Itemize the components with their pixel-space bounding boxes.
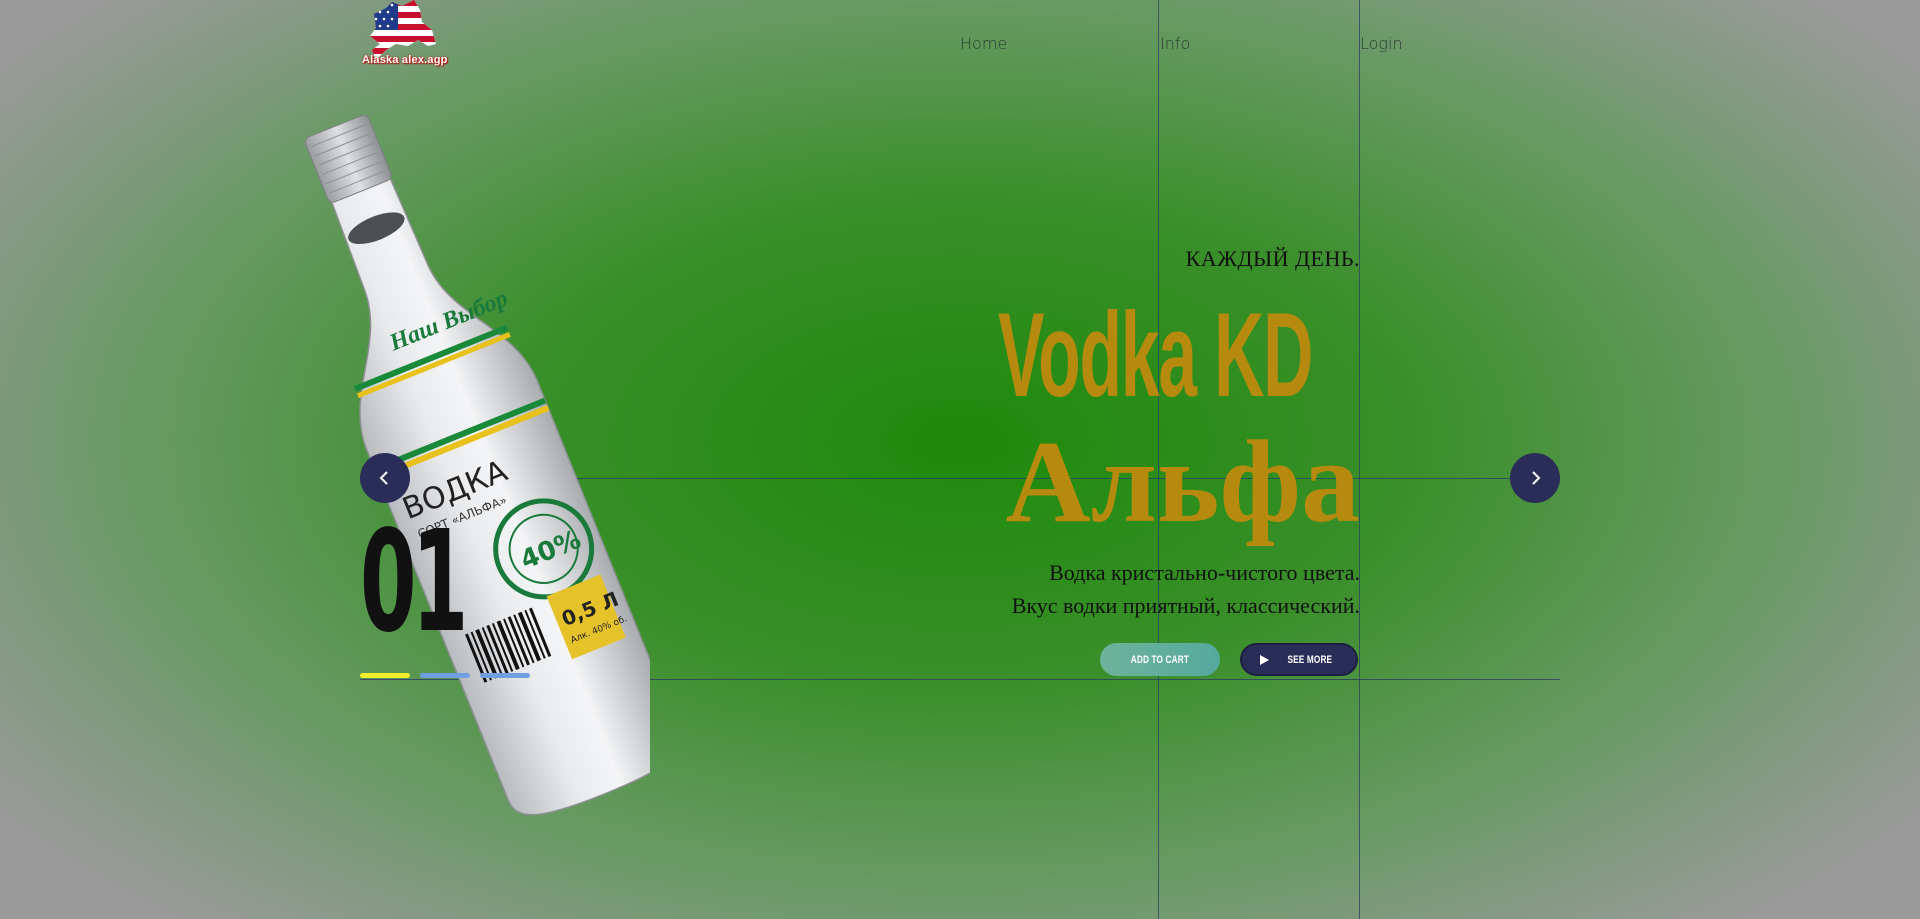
nav-info[interactable]: Info <box>1160 34 1190 53</box>
play-icon <box>1260 654 1270 665</box>
slide-indicator-2[interactable] <box>420 673 470 678</box>
slide-indicator-1[interactable] <box>360 673 410 678</box>
hero-description-line-2: Вкус водки приятный, классический. <box>1011 593 1360 618</box>
next-slide-button[interactable] <box>1510 453 1560 503</box>
chevron-left-icon <box>379 471 388 485</box>
add-to-cart-label: ADD TO CART <box>1130 653 1190 666</box>
slide-indicator-3[interactable] <box>480 673 530 678</box>
see-more-label: SEE MORE <box>1287 653 1333 666</box>
hero-tagline: КАЖДЫЙ ДЕНЬ. <box>1185 246 1360 271</box>
slide-number: 01 <box>360 501 468 664</box>
hero-title-primary: Vodka KD <box>998 288 1313 422</box>
prev-slide-button[interactable] <box>360 453 410 503</box>
logo-text: Alaska alex.agp <box>362 54 448 66</box>
nav-home[interactable]: Home <box>960 34 1007 53</box>
chevron-right-icon <box>1532 471 1541 485</box>
add-to-cart-button[interactable]: ADD TO CART <box>1100 643 1220 676</box>
see-more-button[interactable]: SEE MORE <box>1240 643 1358 676</box>
hero-description-line-1: Водка кристально-чистого цвета. <box>1049 560 1360 585</box>
hero-title-secondary: Альфа <box>1005 416 1360 547</box>
nav-login[interactable]: Login <box>1360 34 1403 53</box>
vodka-bottle-image: Наш Выбор ВОДКА СОРТ «АЛЬФА» 40% 0,5 Л А… <box>290 100 682 820</box>
